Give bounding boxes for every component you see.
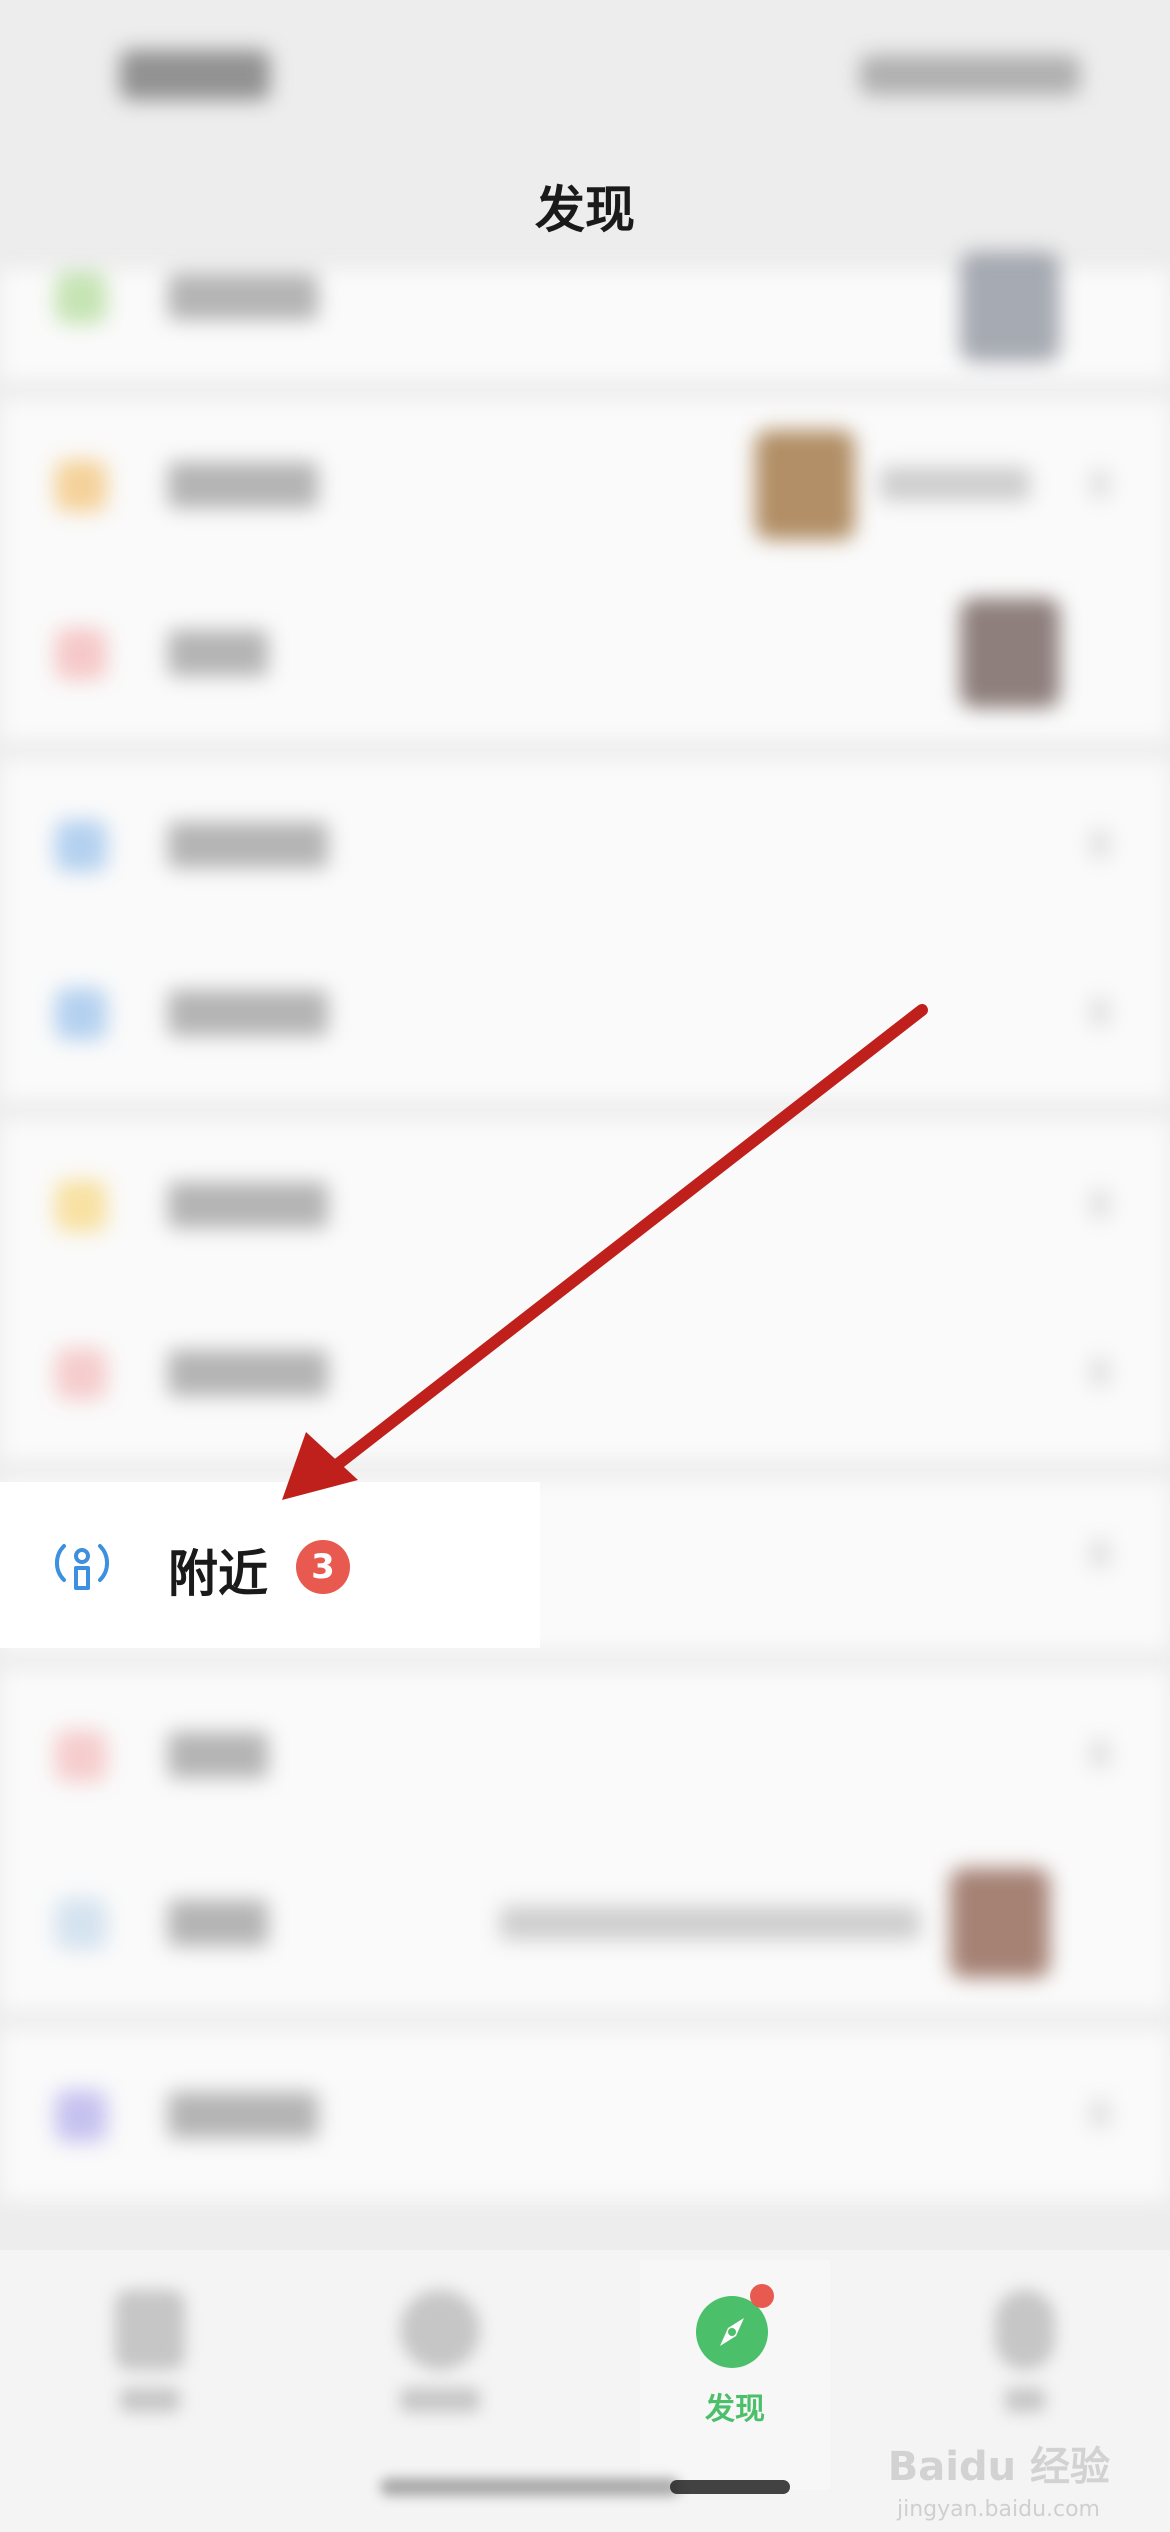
baidu-watermark: Baidu 经验 [887,2444,1110,2490]
watermark-site: jingyan.baidu.com [896,2497,1100,2522]
annotation-arrow [282,1004,928,1500]
tab-discover-label: 发现 [705,2392,765,2427]
tab-chats[interactable] [95,2290,205,2430]
tab-discover[interactable]: 发现 [640,2260,830,2490]
home-indicator-blur [380,2478,680,2496]
tab-contacts[interactable] [385,2290,495,2430]
tab-me[interactable] [970,2290,1080,2430]
home-indicator[interactable] [670,2480,790,2494]
notification-dot [750,2284,774,2308]
